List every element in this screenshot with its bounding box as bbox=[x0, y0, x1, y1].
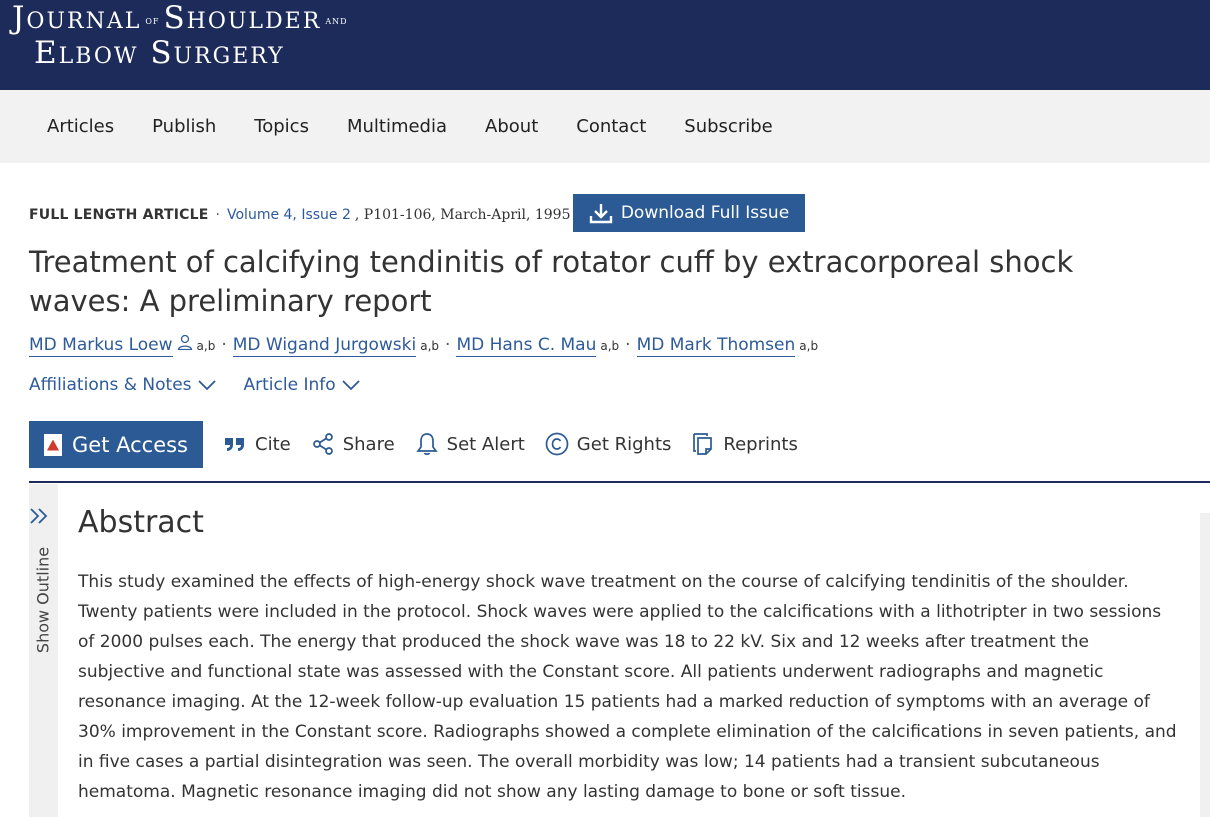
author-separator: · bbox=[625, 335, 631, 355]
author-affil-sup: a,b bbox=[600, 339, 620, 353]
article-info-toggle[interactable]: Article Info bbox=[244, 375, 360, 395]
nav-contact[interactable]: Contact bbox=[557, 116, 665, 137]
reprints-button[interactable]: Reprints bbox=[691, 432, 798, 456]
logo-shoulder: Shoulder bbox=[163, 0, 322, 36]
share-icon bbox=[312, 433, 333, 455]
section-divider bbox=[29, 481, 1210, 483]
article-title: Treatment of calcifying tendinitis of ro… bbox=[29, 245, 1074, 318]
article-actions: Cite Share Set Alert Get Rights Reprints bbox=[223, 432, 798, 456]
chevron-down-icon bbox=[342, 380, 360, 391]
affiliations-notes-toggle[interactable]: Affiliations & Notes bbox=[29, 375, 216, 395]
author-separator: · bbox=[445, 335, 451, 355]
nav-publish[interactable]: Publish bbox=[133, 116, 235, 137]
affiliations-label: Affiliations & Notes bbox=[29, 375, 192, 395]
article-type: FULL LENGTH ARTICLE bbox=[29, 207, 209, 223]
author-list: MD Markus Loew a,b · MD Wigand Jurgowski… bbox=[29, 334, 818, 357]
volume-issue-link[interactable]: Volume 4, Issue 2 bbox=[227, 207, 351, 223]
abstract-text: This study examined the effects of high-… bbox=[78, 572, 1177, 802]
bell-icon bbox=[415, 433, 438, 455]
author-link[interactable]: MD Wigand Jurgowski bbox=[232, 335, 417, 357]
reprints-label: Reprints bbox=[723, 433, 798, 455]
author-link[interactable]: MD Hans C. Mau bbox=[456, 335, 597, 357]
double-chevron-right-icon bbox=[30, 508, 48, 524]
logo-elbow-surgery: Elbow Surgery bbox=[34, 35, 285, 71]
get-rights-label: Get Rights bbox=[576, 433, 672, 455]
article-meta: FULL LENGTH ARTICLE · Volume 4, Issue 2 … bbox=[29, 207, 571, 223]
get-rights-button[interactable]: Get Rights bbox=[545, 432, 672, 456]
article-info-label: Article Info bbox=[243, 375, 336, 395]
article-details-toggles: Affiliations & Notes Article Info bbox=[29, 375, 360, 395]
get-access-button[interactable]: Get Access bbox=[29, 421, 203, 468]
pdf-icon bbox=[44, 433, 62, 456]
quote-icon bbox=[225, 438, 244, 451]
author-affil-sup: a,b bbox=[420, 339, 440, 353]
nav-topics[interactable]: Topics bbox=[235, 116, 328, 137]
author-separator: · bbox=[221, 335, 227, 355]
logo-journal: Journal bbox=[12, 0, 142, 36]
download-label: Download Full Issue bbox=[620, 203, 790, 223]
show-outline-label[interactable]: Show Outline bbox=[34, 547, 53, 653]
chevron-down-icon bbox=[197, 380, 216, 391]
cite-label: Cite bbox=[255, 433, 291, 455]
set-alert-button[interactable]: Set Alert bbox=[415, 432, 525, 456]
share-label: Share bbox=[342, 433, 395, 455]
download-full-issue-button[interactable]: Download Full Issue bbox=[573, 194, 805, 232]
get-access-label: Get Access bbox=[72, 432, 188, 457]
author-affil-sup: a,b bbox=[799, 339, 819, 353]
main-nav: Articles Publish Topics Multimedia About… bbox=[0, 90, 1210, 163]
scrollbar[interactable] bbox=[1200, 513, 1210, 817]
logo-and: and bbox=[325, 14, 348, 27]
nav-articles[interactable]: Articles bbox=[28, 116, 133, 137]
author-link[interactable]: MD Mark Thomsen bbox=[636, 335, 796, 357]
nav-multimedia[interactable]: Multimedia bbox=[328, 116, 466, 137]
copyright-icon bbox=[545, 432, 569, 456]
share-button[interactable]: Share bbox=[311, 432, 395, 456]
nav-subscribe[interactable]: Subscribe bbox=[665, 116, 791, 137]
author-link[interactable]: MD Markus Loew bbox=[29, 335, 173, 357]
meta-separator: · bbox=[215, 207, 220, 223]
person-icon[interactable] bbox=[177, 334, 193, 350]
cite-button[interactable]: Cite bbox=[223, 432, 291, 456]
logo-of: of bbox=[145, 14, 160, 27]
pages-date: , P101-106, March-April, 1995 bbox=[354, 207, 571, 223]
download-icon bbox=[589, 204, 613, 224]
abstract-heading: Abstract bbox=[78, 505, 204, 540]
author-affil-sup: a,b bbox=[196, 339, 216, 353]
set-alert-label: Set Alert bbox=[446, 433, 525, 455]
reprints-icon bbox=[693, 433, 713, 455]
journal-logo[interactable]: Journal of Shoulder and Elbow Surgery bbox=[12, 2, 352, 70]
masthead: Journal of Shoulder and Elbow Surgery bbox=[0, 0, 1210, 90]
nav-about[interactable]: About bbox=[466, 116, 557, 137]
